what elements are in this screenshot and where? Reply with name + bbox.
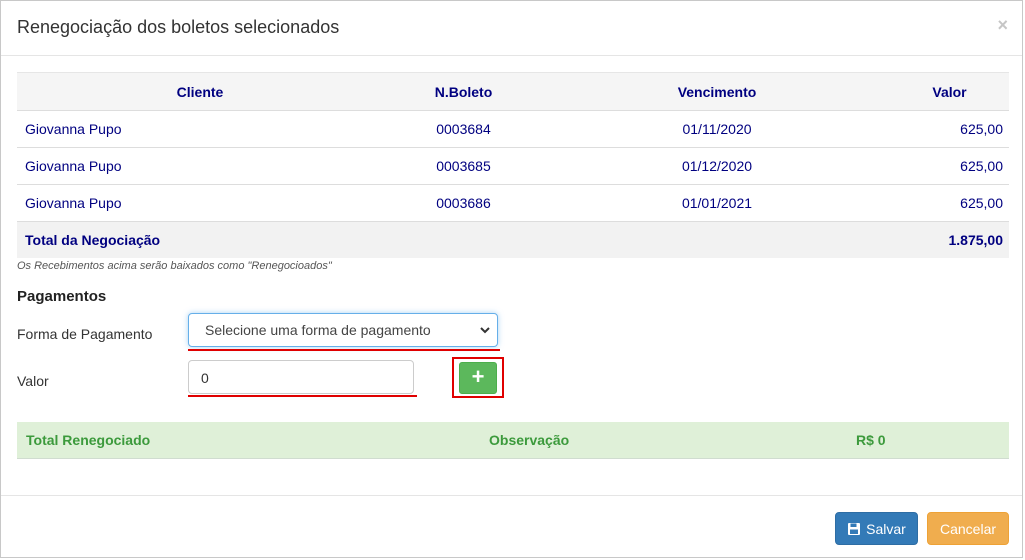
cell-vencimento: 01/01/2021: [544, 184, 890, 222]
valor-input[interactable]: 0: [188, 360, 414, 394]
forma-pagamento-select[interactable]: Selecione uma forma de pagamento: [188, 313, 498, 347]
boletos-table: Cliente N.Boleto Vencimento Valor Giovan…: [17, 72, 1009, 258]
baixa-note: Os Recebimentos acima serão baixados com…: [17, 260, 332, 272]
table-row: Giovanna Pupo 0003685 01/12/2020 625,00: [17, 147, 1009, 185]
pagamentos-title: Pagamentos: [17, 288, 107, 305]
modal-title: Renegociação dos boletos selecionados: [17, 17, 340, 37]
modal-header: Renegociação dos boletos selecionados ×: [1, 1, 1022, 56]
table-row: Giovanna Pupo 0003686 01/01/2021 625,00: [17, 184, 1009, 222]
cell-boleto: 0003686: [383, 184, 544, 222]
total-renegociado-label: Total Renegociado: [26, 432, 151, 448]
col-header-valor: Valor: [890, 72, 1009, 111]
total-renegociado-value: R$ 0: [856, 432, 886, 448]
cancel-button[interactable]: Cancelar: [927, 512, 1009, 545]
observacao-label: Observação: [489, 432, 570, 448]
floppy-disk-icon: [848, 522, 861, 535]
col-header-vencimento: Vencimento: [544, 72, 890, 111]
save-button[interactable]: Salvar: [835, 512, 918, 545]
cell-cliente: Giovanna Pupo: [17, 147, 383, 185]
chevron-down-icon: [480, 327, 490, 334]
forma-pagamento-value: Selecione uma forma de pagamento: [205, 322, 431, 338]
cell-cliente: Giovanna Pupo: [17, 110, 383, 148]
cell-valor: 625,00: [890, 147, 1009, 185]
save-button-label: Salvar: [866, 520, 906, 537]
total-negociacao-label: Total da Negociação: [17, 221, 890, 258]
add-payment-button[interactable]: +: [459, 362, 497, 394]
cell-boleto: 0003684: [383, 110, 544, 148]
table-total-row: Total da Negociação 1.875,00: [17, 221, 1009, 258]
close-icon[interactable]: ×: [997, 15, 1008, 36]
annotation-underline-select: [188, 349, 500, 351]
cell-boleto: 0003685: [383, 147, 544, 185]
cell-vencimento: 01/12/2020: [544, 147, 890, 185]
modal-footer: Salvar Cancelar: [1, 495, 1022, 558]
cell-vencimento: 01/11/2020: [544, 110, 890, 148]
table-row: Giovanna Pupo 0003684 01/11/2020 625,00: [17, 110, 1009, 148]
summary-row: Total Renegociado Observação R$ 0: [17, 422, 1009, 459]
col-header-boleto: N.Boleto: [383, 72, 544, 111]
renegotiation-modal: Renegociação dos boletos selecionados × …: [0, 0, 1023, 558]
col-header-cliente: Cliente: [17, 72, 383, 111]
cell-valor: 625,00: [890, 110, 1009, 148]
valor-label: Valor: [17, 373, 49, 389]
table-header-row: Cliente N.Boleto Vencimento Valor: [17, 72, 1009, 111]
cell-cliente: Giovanna Pupo: [17, 184, 383, 222]
cell-valor: 625,00: [890, 184, 1009, 222]
forma-pagamento-label: Forma de Pagamento: [17, 326, 153, 342]
annotation-underline-valor: [188, 395, 417, 397]
total-negociacao-value: 1.875,00: [890, 221, 1009, 258]
